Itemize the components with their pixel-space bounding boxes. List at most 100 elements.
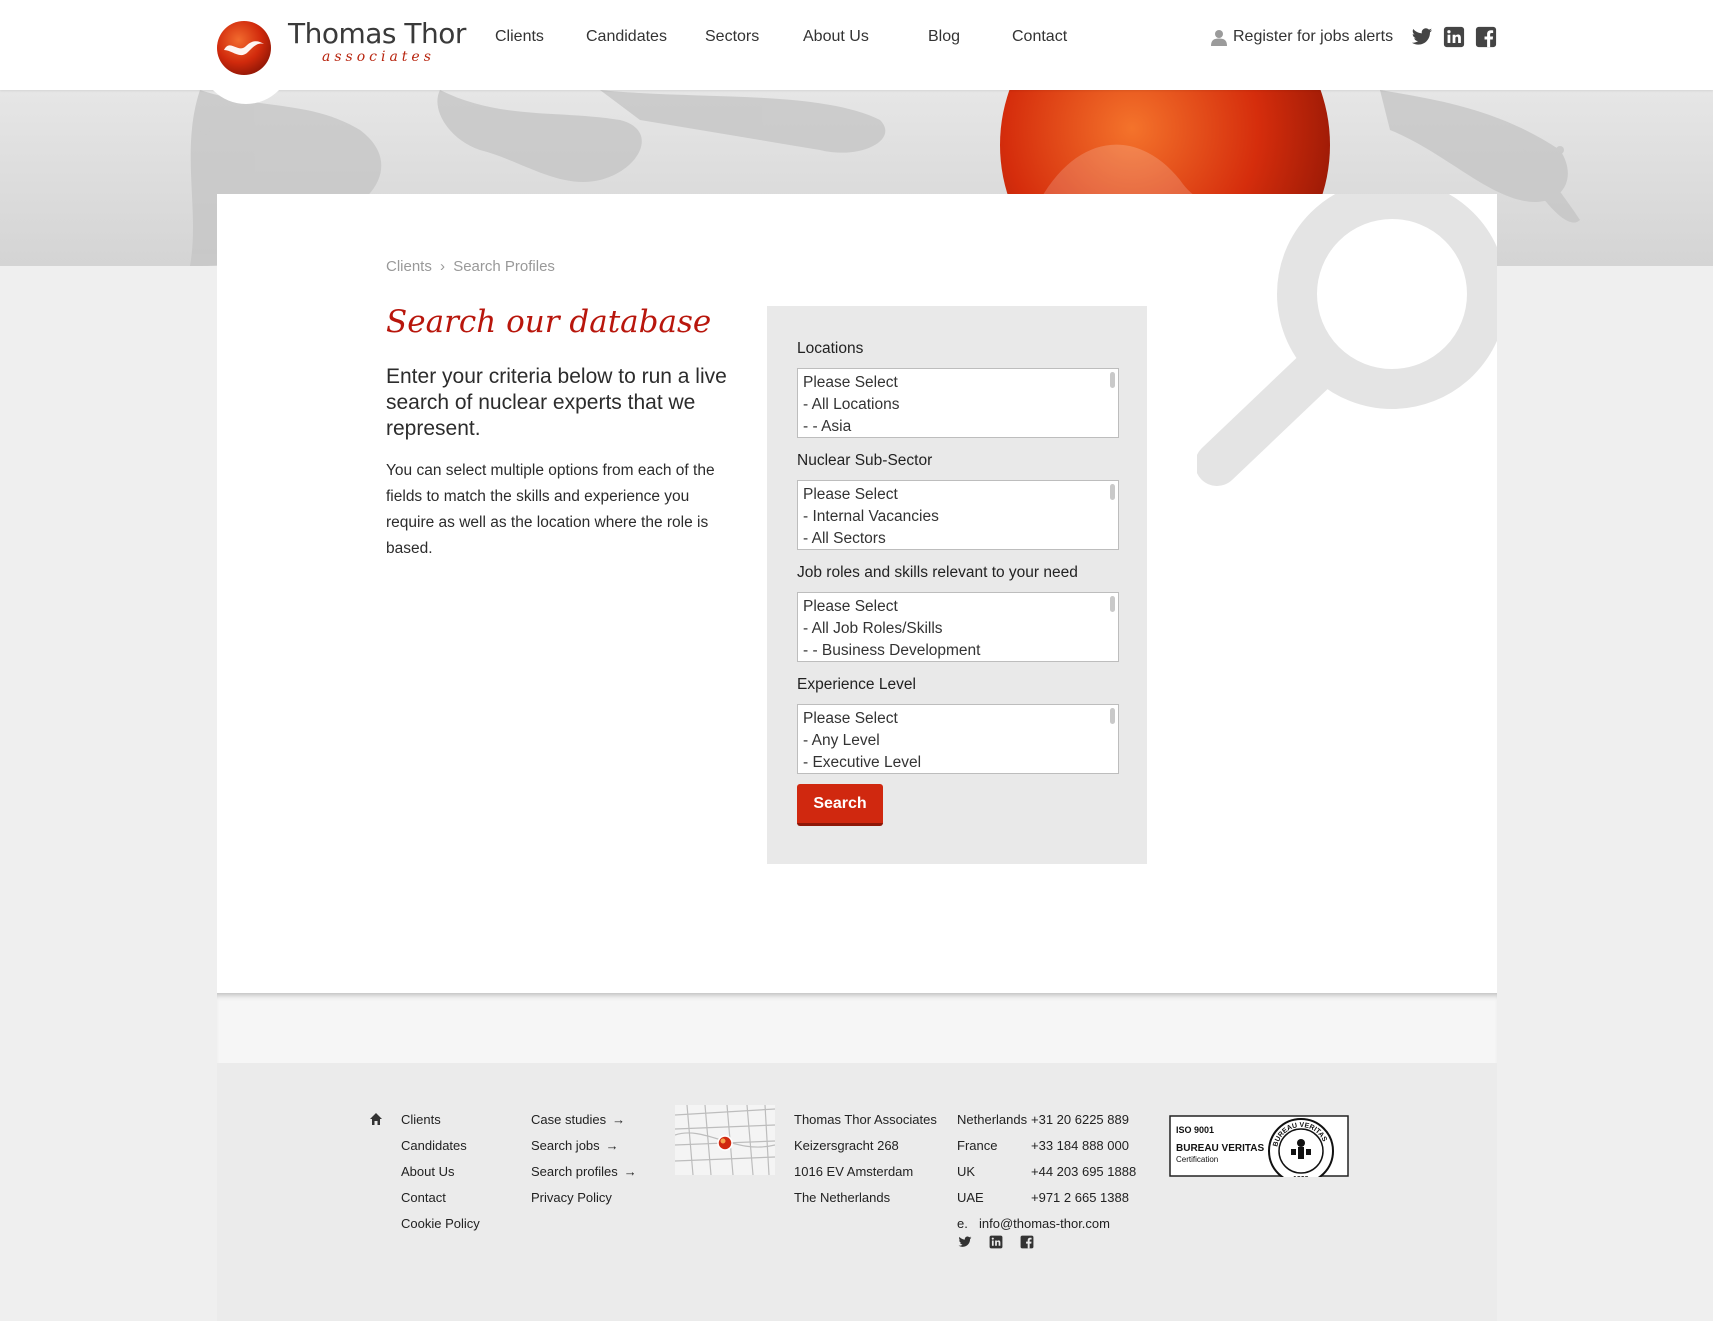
phone-country: UAE bbox=[957, 1190, 984, 1205]
email-row: e. info@thomas-thor.com bbox=[957, 1211, 1136, 1237]
location-map-thumbnail[interactable] bbox=[675, 1105, 775, 1175]
option[interactable]: Please Select bbox=[798, 372, 1118, 394]
nav-about-us[interactable]: About Us bbox=[803, 28, 869, 46]
scrollbar[interactable] bbox=[1110, 596, 1115, 612]
phone-row: UAE +971 2 665 1388 bbox=[957, 1185, 1136, 1211]
option[interactable]: Please Select bbox=[798, 484, 1118, 506]
iso-line2: BUREAU VERITAS bbox=[1176, 1143, 1264, 1154]
brand-sub: associates bbox=[322, 49, 435, 65]
page-title: Search our database bbox=[386, 304, 712, 340]
logo-wordmark[interactable]: Thomas Thor associates bbox=[288, 17, 466, 65]
option[interactable]: - - Asia bbox=[798, 416, 1118, 437]
sub-sector-label: Nuclear Sub-Sector bbox=[797, 452, 933, 469]
footer-col-secondary: Case studies → Search jobs → Search profil… bbox=[531, 1107, 637, 1211]
footer-link-case-studies[interactable]: Case studies → bbox=[531, 1107, 637, 1133]
experience-select[interactable]: Please Select - Any Level - Executive Le… bbox=[797, 704, 1119, 774]
twitter-icon[interactable] bbox=[958, 1235, 972, 1249]
footer-link-label: Case studies bbox=[531, 1112, 607, 1127]
iso-line3: Certification bbox=[1176, 1155, 1218, 1164]
option[interactable]: - All Locations bbox=[798, 394, 1118, 416]
main-card: Clients › Search Profiles Search our dat… bbox=[217, 194, 1497, 994]
user-icon bbox=[1211, 29, 1227, 46]
phone-row: France +33 184 888 000 bbox=[957, 1133, 1136, 1159]
experience-label: Experience Level bbox=[797, 676, 916, 693]
footer-link-contact[interactable]: Contact bbox=[401, 1185, 480, 1211]
iso-year: 1828 bbox=[1293, 1176, 1309, 1177]
iso-certification-badge: ISO 9001 BUREAU VERITAS Certification BU… bbox=[1169, 1115, 1349, 1177]
option[interactable]: - - Business Development bbox=[798, 640, 1118, 661]
scrollbar[interactable] bbox=[1110, 708, 1115, 724]
footer-link-cookie-policy[interactable]: Cookie Policy bbox=[401, 1211, 480, 1237]
arrow-right-icon: → bbox=[612, 1112, 626, 1127]
option[interactable]: - Executive Level bbox=[798, 752, 1118, 773]
breadcrumb-clients[interactable]: Clients bbox=[386, 258, 432, 275]
sub-sector-select[interactable]: Please Select - Internal Vacancies - All… bbox=[797, 480, 1119, 550]
iso-line1: ISO 9001 bbox=[1176, 1125, 1214, 1135]
footer-phones: Netherlands +31 20 6225 889 France +33 184… bbox=[957, 1107, 1136, 1237]
body-text: You can select multiple options from eac… bbox=[386, 462, 715, 557]
arrow-right-icon: → bbox=[605, 1138, 619, 1153]
breadcrumb-current: Search Profiles bbox=[453, 258, 555, 275]
nav-clients[interactable]: Clients bbox=[495, 28, 544, 46]
linkedin-icon[interactable] bbox=[989, 1235, 1003, 1249]
footer-link-label: Search jobs bbox=[531, 1138, 600, 1153]
phone-number[interactable]: +31 20 6225 889 bbox=[1031, 1112, 1129, 1127]
phone-country: Netherlands bbox=[957, 1112, 1028, 1127]
linkedin-icon[interactable] bbox=[1443, 26, 1465, 48]
phone-number[interactable]: +44 203 695 1888 bbox=[1031, 1164, 1136, 1179]
phone-row: UK +44 203 695 1888 bbox=[957, 1159, 1136, 1185]
option[interactable]: Please Select bbox=[798, 596, 1118, 618]
locations-select[interactable]: Please Select - All Locations - - Asia bbox=[797, 368, 1119, 438]
footer-link-privacy-policy[interactable]: Privacy Policy bbox=[531, 1185, 637, 1211]
footer-link-about-us[interactable]: About Us bbox=[401, 1159, 480, 1185]
option[interactable]: - All Job Roles/Skills bbox=[798, 618, 1118, 640]
option[interactable]: - Any Level bbox=[798, 730, 1118, 752]
email-link[interactable]: info@thomas-thor.com bbox=[979, 1216, 1110, 1231]
header-social bbox=[1411, 26, 1507, 48]
facebook-icon[interactable] bbox=[1020, 1235, 1034, 1249]
footer-link-clients[interactable]: Clients bbox=[401, 1107, 480, 1133]
job-roles-select[interactable]: Please Select - All Job Roles/Skills - -… bbox=[797, 592, 1119, 662]
phone-row: Netherlands +31 20 6225 889 bbox=[957, 1107, 1136, 1133]
phone-number[interactable]: +33 184 888 000 bbox=[1031, 1138, 1129, 1153]
magnifier-icon bbox=[1197, 194, 1497, 486]
arrow-right-icon: → bbox=[623, 1164, 637, 1179]
job-roles-label: Job roles and skills relevant to your ne… bbox=[797, 564, 1078, 581]
option[interactable]: - Internal Vacancies bbox=[798, 506, 1118, 528]
address-line: The Netherlands bbox=[794, 1190, 891, 1205]
breadcrumb: Clients › Search Profiles bbox=[386, 258, 555, 275]
register-label: Register for jobs alerts bbox=[1233, 28, 1394, 45]
footer-link-candidates[interactable]: Candidates bbox=[401, 1133, 480, 1159]
option[interactable]: - All Sectors bbox=[798, 528, 1118, 549]
breadcrumb-separator: › bbox=[440, 258, 446, 275]
footer-link-search-profiles[interactable]: Search profiles → bbox=[531, 1159, 637, 1185]
address-line: Thomas Thor Associates bbox=[794, 1112, 937, 1127]
search-button[interactable]: Search bbox=[797, 784, 883, 826]
locations-label: Locations bbox=[797, 340, 864, 357]
logo-mark-icon[interactable] bbox=[216, 20, 272, 76]
home-icon[interactable] bbox=[370, 1113, 382, 1125]
address-line: Keizersgracht 268 bbox=[794, 1138, 899, 1153]
nav-candidates[interactable]: Candidates bbox=[586, 28, 667, 46]
address-line: 1016 EV Amsterdam bbox=[794, 1164, 914, 1179]
footer-link-label: Search profiles bbox=[531, 1164, 618, 1179]
footer-col-primary: Clients Candidates About Us Contact Cook… bbox=[401, 1107, 480, 1237]
phone-number[interactable]: +971 2 665 1388 bbox=[1031, 1190, 1129, 1205]
nav-contact[interactable]: Contact bbox=[1012, 28, 1067, 46]
email-prefix: e. bbox=[957, 1216, 968, 1231]
facebook-icon[interactable] bbox=[1475, 26, 1497, 48]
footer-social bbox=[958, 1235, 1051, 1249]
register-jobs-alerts-link[interactable]: Register for jobs alerts bbox=[1211, 28, 1393, 46]
footer-divider-band bbox=[217, 993, 1497, 1063]
brand-name: Thomas Thor bbox=[288, 17, 466, 50]
twitter-icon[interactable] bbox=[1411, 26, 1433, 48]
footer-link-search-jobs[interactable]: Search jobs → bbox=[531, 1133, 637, 1159]
site-footer: Clients Candidates About Us Contact Cook… bbox=[217, 1063, 1497, 1321]
scrollbar[interactable] bbox=[1110, 484, 1115, 500]
phone-country: UK bbox=[957, 1164, 976, 1179]
lead-text: Enter your criteria below to run a live … bbox=[386, 365, 727, 440]
nav-sectors[interactable]: Sectors bbox=[705, 28, 759, 46]
option[interactable]: Please Select bbox=[798, 708, 1118, 730]
nav-blog[interactable]: Blog bbox=[928, 28, 960, 46]
scrollbar[interactable] bbox=[1110, 372, 1115, 388]
